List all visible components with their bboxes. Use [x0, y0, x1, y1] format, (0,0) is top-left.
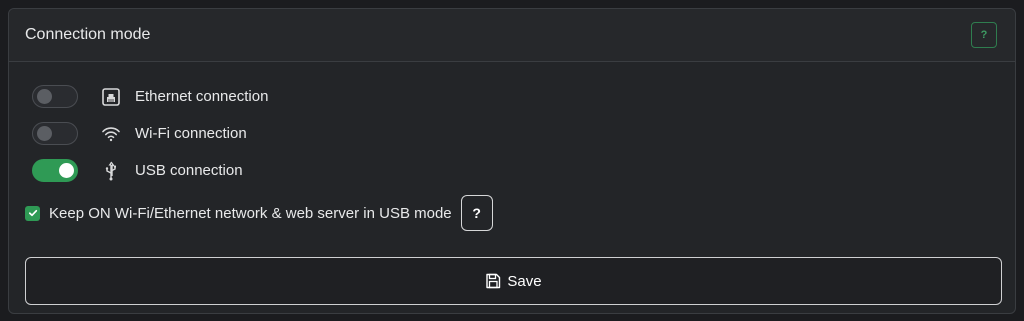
- panel-body: Ethernet connection Wi-Fi connection USB…: [9, 62, 1015, 305]
- wifi-icon: [101, 124, 121, 144]
- toggle-knob: [59, 163, 74, 178]
- panel-title: Connection mode: [25, 26, 151, 43]
- ethernet-toggle[interactable]: [32, 85, 78, 108]
- save-label: Save: [507, 272, 542, 290]
- usb-label: USB connection: [135, 162, 243, 179]
- ethernet-label: Ethernet connection: [135, 88, 269, 105]
- save-button[interactable]: Save: [25, 257, 1002, 305]
- usb-icon: [101, 161, 121, 181]
- keep-on-checkbox[interactable]: [25, 205, 40, 221]
- panel-header: Connection mode ?: [9, 9, 1015, 62]
- connection-mode-panel: Connection mode ? Ethernet connection Wi…: [8, 8, 1016, 314]
- ethernet-icon: [101, 87, 121, 107]
- keep-on-help-button[interactable]: ?: [460, 195, 493, 231]
- mode-row-wifi: Wi-Fi connection: [25, 115, 999, 152]
- keep-on-label: Keep ON Wi-Fi/Ethernet network & web ser…: [49, 204, 452, 222]
- toggle-knob: [37, 89, 52, 104]
- toggle-knob: [37, 126, 52, 141]
- keep-on-row: Keep ON Wi-Fi/Ethernet network & web ser…: [25, 195, 999, 231]
- panel-help-button[interactable]: ?: [971, 22, 997, 48]
- usb-toggle[interactable]: [32, 159, 78, 182]
- checkmark-icon: [28, 209, 37, 217]
- floppy-disk-icon: [485, 273, 501, 289]
- mode-row-usb: USB connection: [25, 152, 999, 189]
- mode-row-ethernet: Ethernet connection: [25, 78, 999, 115]
- wifi-label: Wi-Fi connection: [135, 125, 247, 142]
- wifi-toggle[interactable]: [32, 122, 78, 145]
